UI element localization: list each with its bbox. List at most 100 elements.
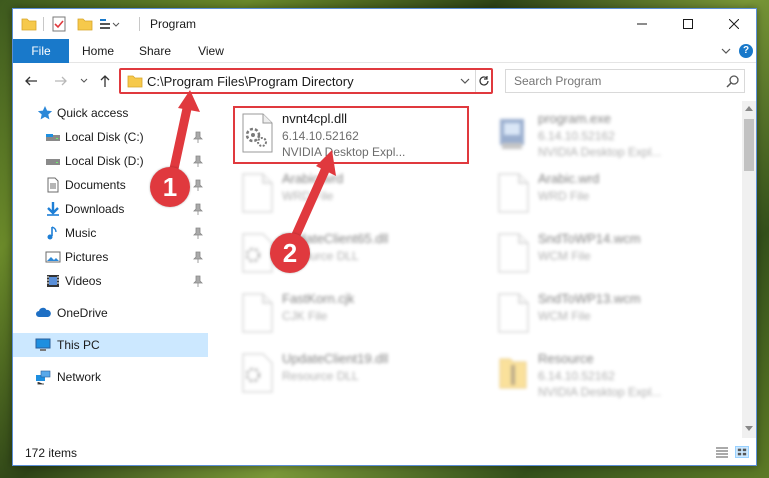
file-name: Resource: [538, 351, 594, 366]
toolbar-separator: [139, 17, 140, 31]
sidebar-item-label: Local Disk (C:): [65, 130, 144, 144]
sidebar-item-pictures[interactable]: Pictures: [13, 245, 208, 269]
folder-icon[interactable]: [21, 16, 37, 32]
file-item[interactable]: SndToWP14.wcm WCM File: [490, 227, 730, 283]
blank-file-icon: [498, 233, 529, 273]
blank-file-icon: [242, 293, 273, 333]
scroll-thumb[interactable]: [744, 119, 754, 171]
chevron-down-icon: [80, 78, 88, 83]
refresh-button[interactable]: [475, 70, 491, 92]
highlight-box: [233, 106, 469, 164]
up-button[interactable]: [97, 73, 113, 89]
sidebar-item-label: Music: [65, 226, 97, 240]
file-description: NVIDIA Desktop Expl...: [538, 385, 662, 399]
scroll-down-icon[interactable]: [745, 426, 753, 432]
expand-ribbon-icon[interactable]: [719, 45, 733, 57]
file-name: UpdateClient19.dll: [282, 351, 389, 366]
tab-file[interactable]: File: [13, 39, 69, 63]
file-type: CJK File: [282, 309, 328, 323]
sidebar-item-local-disk-c[interactable]: Local Disk (C:): [13, 125, 208, 149]
file-name: Arabic.wrd: [538, 171, 600, 186]
recent-locations-button[interactable]: [76, 73, 92, 89]
file-item[interactable]: UpdateClient19.dll Resource DLL: [234, 347, 474, 403]
maximize-button[interactable]: [665, 9, 711, 39]
archive-icon: [499, 358, 527, 389]
customize-toolbar-icon[interactable]: [99, 16, 121, 32]
explorer-window: Program File Home Share View ? C:\Progra…: [12, 8, 757, 466]
search-box[interactable]: [505, 69, 745, 93]
arrow-right-icon: [55, 76, 67, 86]
pin-icon: [193, 251, 203, 263]
navigation-bar: C:\Program Files\Program Directory: [13, 64, 756, 98]
computer-icon: [35, 338, 51, 351]
sidebar-item-label: Documents: [65, 178, 126, 192]
address-path: C:\Program Files\Program Directory: [147, 74, 354, 89]
vertical-scrollbar[interactable]: [742, 101, 756, 438]
callout-badge-2: 2: [270, 233, 310, 273]
file-item[interactable]: Arabic.wrd WRD File: [234, 167, 474, 223]
properties-check-icon[interactable]: [51, 16, 67, 32]
download-icon: [47, 202, 59, 216]
file-name: Arabic.wrd: [282, 171, 344, 186]
sidebar-item-label: Quick access: [57, 106, 129, 120]
sidebar-item-label: Pictures: [65, 250, 109, 264]
tab-home[interactable]: Home: [73, 39, 123, 63]
title-bar: Program: [13, 9, 756, 39]
pin-icon: [193, 275, 203, 287]
address-bar[interactable]: C:\Program Files\Program Directory: [119, 68, 493, 94]
file-item[interactable]: program.exe 6.14.10.52162 NVIDIA Desktop…: [490, 107, 730, 163]
search-icon[interactable]: [726, 74, 740, 88]
forward-button[interactable]: [53, 73, 69, 89]
large-icons-view-icon[interactable]: [735, 446, 749, 458]
file-item[interactable]: Resource 6.14.10.52162 NVIDIA Desktop Ex…: [490, 347, 730, 403]
blank-file-icon: [498, 173, 529, 213]
tab-view[interactable]: View: [187, 39, 235, 63]
file-item[interactable]: Arabic.wrd WRD File: [490, 167, 730, 223]
sidebar-item-quick-access[interactable]: Quick access: [13, 101, 208, 125]
network-icon: [36, 370, 51, 385]
sidebar-item-label: Network: [57, 370, 102, 384]
blank-file-icon: [498, 293, 529, 333]
details-view-icon[interactable]: [715, 446, 729, 458]
file-type: WCM File: [538, 249, 591, 263]
item-count: 172 items: [25, 446, 78, 460]
maximize-icon: [683, 19, 693, 29]
sidebar-item-videos[interactable]: Videos: [13, 269, 208, 293]
window-title: Program: [150, 17, 197, 31]
back-button[interactable]: [23, 73, 39, 89]
file-item[interactable]: FastKorn.cjk CJK File: [234, 287, 474, 343]
help-icon[interactable]: ?: [739, 44, 753, 58]
sidebar-item-this-pc[interactable]: This PC: [13, 333, 208, 357]
minimize-button[interactable]: [619, 9, 665, 39]
close-icon: [729, 19, 739, 29]
tab-share[interactable]: Share: [131, 39, 179, 63]
file-type: WRD File: [282, 189, 334, 203]
search-input[interactable]: [506, 70, 716, 92]
pin-icon: [193, 131, 203, 143]
file-type: WRD File: [538, 189, 590, 203]
documents-icon: [47, 177, 59, 193]
file-type: Resource DLL: [282, 369, 359, 383]
sidebar-item-label: This PC: [57, 338, 100, 352]
sidebar-item-network[interactable]: Network: [13, 365, 208, 389]
chevron-down-icon[interactable]: [459, 76, 471, 86]
pin-icon: [193, 179, 203, 191]
navigation-pane: Quick access Local Disk (C:) Local Disk …: [13, 101, 208, 438]
refresh-icon: [478, 76, 489, 86]
sidebar-item-label: Videos: [65, 274, 102, 288]
close-button[interactable]: [711, 9, 757, 39]
arrow-up-icon: [100, 75, 110, 87]
toolbar-separator: [43, 17, 44, 31]
file-item[interactable]: SndToWP13.wcm WCM File: [490, 287, 730, 343]
exe-icon: [500, 119, 524, 149]
sidebar-item-onedrive[interactable]: OneDrive: [13, 301, 208, 325]
pin-icon: [193, 155, 203, 167]
videos-icon: [47, 275, 59, 287]
file-version: 6.14.10.52162: [538, 369, 615, 383]
sidebar-item-music[interactable]: Music: [13, 221, 208, 245]
callout-badge-1: 1: [150, 167, 190, 207]
new-folder-icon[interactable]: [77, 16, 93, 32]
sidebar-item-label: OneDrive: [57, 306, 108, 320]
pin-icon: [193, 227, 203, 239]
scroll-up-icon[interactable]: [745, 105, 753, 111]
